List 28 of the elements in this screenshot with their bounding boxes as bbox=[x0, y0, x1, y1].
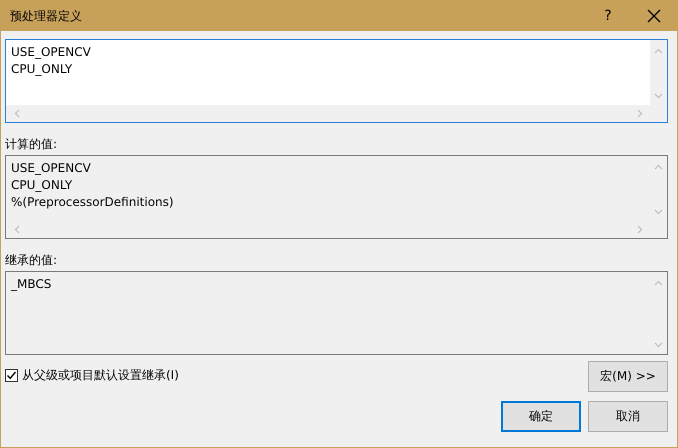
scroll-left-icon[interactable] bbox=[14, 225, 20, 234]
macros-button[interactable]: 宏(M) >> bbox=[588, 361, 668, 392]
value-line: CPU_ONLY bbox=[11, 177, 74, 194]
value-line: _MBCS bbox=[11, 276, 52, 293]
scroll-left-icon[interactable] bbox=[14, 109, 20, 118]
ok-button[interactable]: 确定 bbox=[501, 401, 581, 432]
value-line: %(PreprocessorDefinitions) bbox=[11, 194, 175, 211]
field-label: 继承的值: bbox=[5, 252, 58, 269]
help-button[interactable]: ? bbox=[585, 1, 631, 31]
close-icon[interactable] bbox=[647, 9, 661, 23]
value-line: USE_OPENCV bbox=[11, 44, 92, 61]
scroll-right-icon[interactable] bbox=[637, 225, 643, 234]
inherit-checkbox[interactable] bbox=[5, 369, 18, 382]
scroll-up-icon[interactable] bbox=[654, 48, 663, 54]
value-line: CPU_ONLY bbox=[11, 61, 74, 78]
vertical-scrollbar[interactable] bbox=[650, 40, 667, 105]
scroll-up-icon[interactable] bbox=[654, 164, 663, 170]
scroll-down-icon[interactable] bbox=[654, 209, 663, 215]
value-line: USE_OPENCV bbox=[11, 160, 92, 177]
scroll-down-icon[interactable] bbox=[654, 342, 663, 348]
definitions-text-area[interactable]: USE_OPENCV CPU_ONLY bbox=[5, 39, 668, 123]
window-title: 预处理器定义 bbox=[10, 8, 83, 24]
scroll-down-icon[interactable] bbox=[654, 93, 663, 99]
inherit-checkbox-label: 从父级或项目默认设置继承(I) bbox=[22, 367, 179, 384]
cancel-button[interactable]: 取消 bbox=[588, 401, 668, 432]
scroll-up-icon[interactable] bbox=[654, 280, 663, 286]
field-label: 计算的值: bbox=[5, 136, 58, 153]
scroll-right-icon[interactable] bbox=[637, 109, 643, 118]
